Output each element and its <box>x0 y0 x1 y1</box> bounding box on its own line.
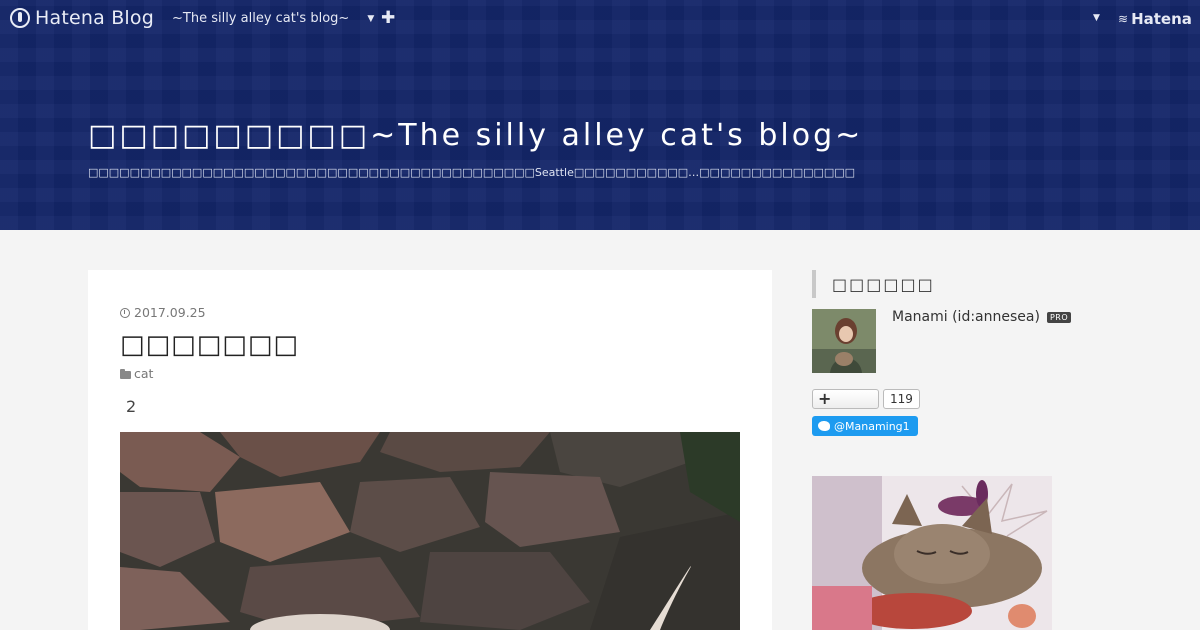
global-header: Hatena Blog ~The silly alley cat's blog~… <box>0 0 1200 38</box>
hatena-brand-link[interactable]: ≋ Hatena <box>1118 10 1192 28</box>
chevron-down-icon: ▼ <box>367 13 375 24</box>
user-menu-chevron-icon[interactable]: ▼ <box>1093 13 1100 23</box>
entry-card: 2017.09.25 □□□□□□□ cat 2 <box>88 270 772 630</box>
entry-category[interactable]: cat <box>120 366 153 381</box>
cat-photo <box>120 432 740 630</box>
readers-count: 119 <box>883 389 920 409</box>
pro-badge: PRO <box>1046 311 1072 323</box>
plus-icon: + <box>818 389 832 408</box>
profile-name[interactable]: Manami (id:annesea) PRO <box>892 309 1072 325</box>
entry-category-label: cat <box>134 366 154 381</box>
entry-date[interactable]: 2017.09.25 <box>120 305 206 320</box>
plus-icon[interactable]: ✚ <box>381 8 395 28</box>
blog-title[interactable]: □□□□□□□□□~The silly alley cat's blog~ <box>88 118 863 153</box>
twitter-icon <box>818 421 830 431</box>
hatena-blog-logo[interactable]: Hatena Blog <box>10 7 154 29</box>
blog-description: □□□□□□□□□□□□□□□□□□□□□□□□□□□□□□□□□□□□□□□□… <box>88 166 856 179</box>
logo-text: Hatena Blog <box>35 7 154 29</box>
subscribe-button[interactable]: + <box>812 389 879 409</box>
sidebar-cat-photo <box>812 476 1052 630</box>
folder-icon <box>120 368 131 379</box>
entry-date-text: 2017.09.25 <box>134 305 206 320</box>
entry-title[interactable]: □□□□□□□ <box>120 330 299 360</box>
hatena-logo-icon <box>10 8 30 28</box>
blog-selector[interactable]: ~The silly alley cat's blog~ ▼ <box>172 11 374 26</box>
blog-selector-label: ~The silly alley cat's blog~ <box>172 11 350 26</box>
profile-name-text: Manami (id:annesea) <box>892 309 1040 325</box>
hatena-mark-icon: ≋ <box>1118 12 1129 26</box>
sidebar-heading-profile: □□□□□□ <box>812 270 935 298</box>
clock-icon <box>120 307 130 318</box>
hatena-brand-text: Hatena <box>1131 10 1192 28</box>
readers-widget: + 119 <box>812 389 920 409</box>
avatar[interactable] <box>812 309 876 373</box>
twitter-follow-button[interactable]: @Manaming1 <box>812 416 918 436</box>
entry-body-text: 2 <box>126 397 137 416</box>
blog-header: Hatena Blog ~The silly alley cat's blog~… <box>0 0 1200 230</box>
twitter-handle: @Manaming1 <box>834 419 910 433</box>
